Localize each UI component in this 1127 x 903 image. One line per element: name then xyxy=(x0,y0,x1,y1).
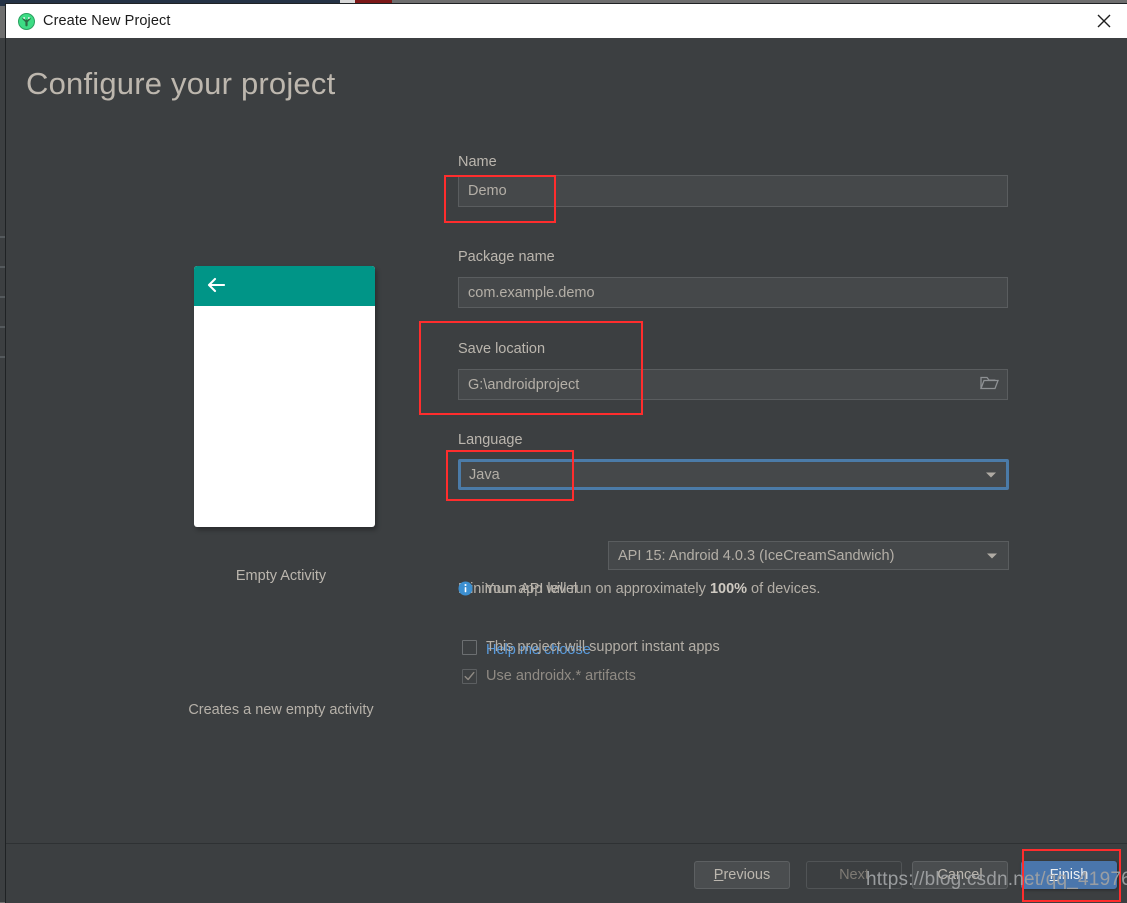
watermark-url: https://blog.csdn.net/qq_41976613 xyxy=(866,869,1127,891)
save-location-input[interactable]: G:\androidproject xyxy=(458,369,1008,400)
dialog-titlebar: Create New Project xyxy=(6,4,1127,39)
device-coverage-text-before: Your app will run on approximately xyxy=(485,581,710,597)
back-arrow-icon xyxy=(207,277,225,298)
save-location-label: Save location xyxy=(458,341,545,357)
activity-preview-card xyxy=(194,266,375,527)
instant-apps-checkbox[interactable]: This project will support instant apps xyxy=(462,639,720,655)
package-name-input-value: com.example.demo xyxy=(468,285,595,301)
dialog-title: Create New Project xyxy=(43,13,171,29)
save-location-input-value: G:\androidproject xyxy=(468,377,579,393)
use-androidx-checkbox-label: Use androidx.* artifacts xyxy=(486,668,636,684)
chevron-down-icon xyxy=(985,467,997,483)
name-input-value: Demo xyxy=(468,183,507,199)
chevron-down-icon xyxy=(986,548,998,564)
device-coverage-percent: 100% xyxy=(710,581,747,597)
device-coverage-text-after: of devices. xyxy=(747,581,820,597)
next-button-label: Next xyxy=(839,867,869,883)
device-coverage-info: Your app will run on approximately 100% … xyxy=(458,581,820,600)
name-label: Name xyxy=(458,154,497,170)
checkbox-box-checked xyxy=(462,669,477,684)
language-select-value: Java xyxy=(469,467,500,483)
previous-button-label: revious xyxy=(723,867,770,883)
package-name-label: Package name xyxy=(458,249,555,265)
package-name-input[interactable]: com.example.demo xyxy=(458,277,1008,308)
close-icon[interactable] xyxy=(1081,4,1127,38)
minimum-api-level-select[interactable]: API 15: Android 4.0.3 (IceCreamSandwich) xyxy=(608,541,1009,570)
use-androidx-checkbox: Use androidx.* artifacts xyxy=(462,668,636,684)
language-select[interactable]: Java xyxy=(458,459,1009,490)
preview-description: Creates a new empty activity xyxy=(6,702,556,718)
create-new-project-dialog: Create New Project Configure your projec… xyxy=(6,4,1127,902)
android-studio-icon xyxy=(18,13,35,30)
folder-icon[interactable] xyxy=(980,375,999,394)
minimum-api-level-value: API 15: Android 4.0.3 (IceCreamSandwich) xyxy=(618,548,894,564)
previous-button-mnemonic: P xyxy=(714,867,724,883)
dialog-body: Configure your project Empty Activity Cr… xyxy=(6,38,1127,843)
language-label: Language xyxy=(458,432,523,448)
instant-apps-checkbox-label: This project will support instant apps xyxy=(486,639,720,655)
preview-appbar xyxy=(194,266,375,306)
page-title: Configure your project xyxy=(26,66,335,102)
info-icon xyxy=(458,581,473,600)
checkbox-box xyxy=(462,640,477,655)
previous-button[interactable]: Previous xyxy=(694,861,790,889)
name-input[interactable]: Demo xyxy=(458,175,1008,207)
